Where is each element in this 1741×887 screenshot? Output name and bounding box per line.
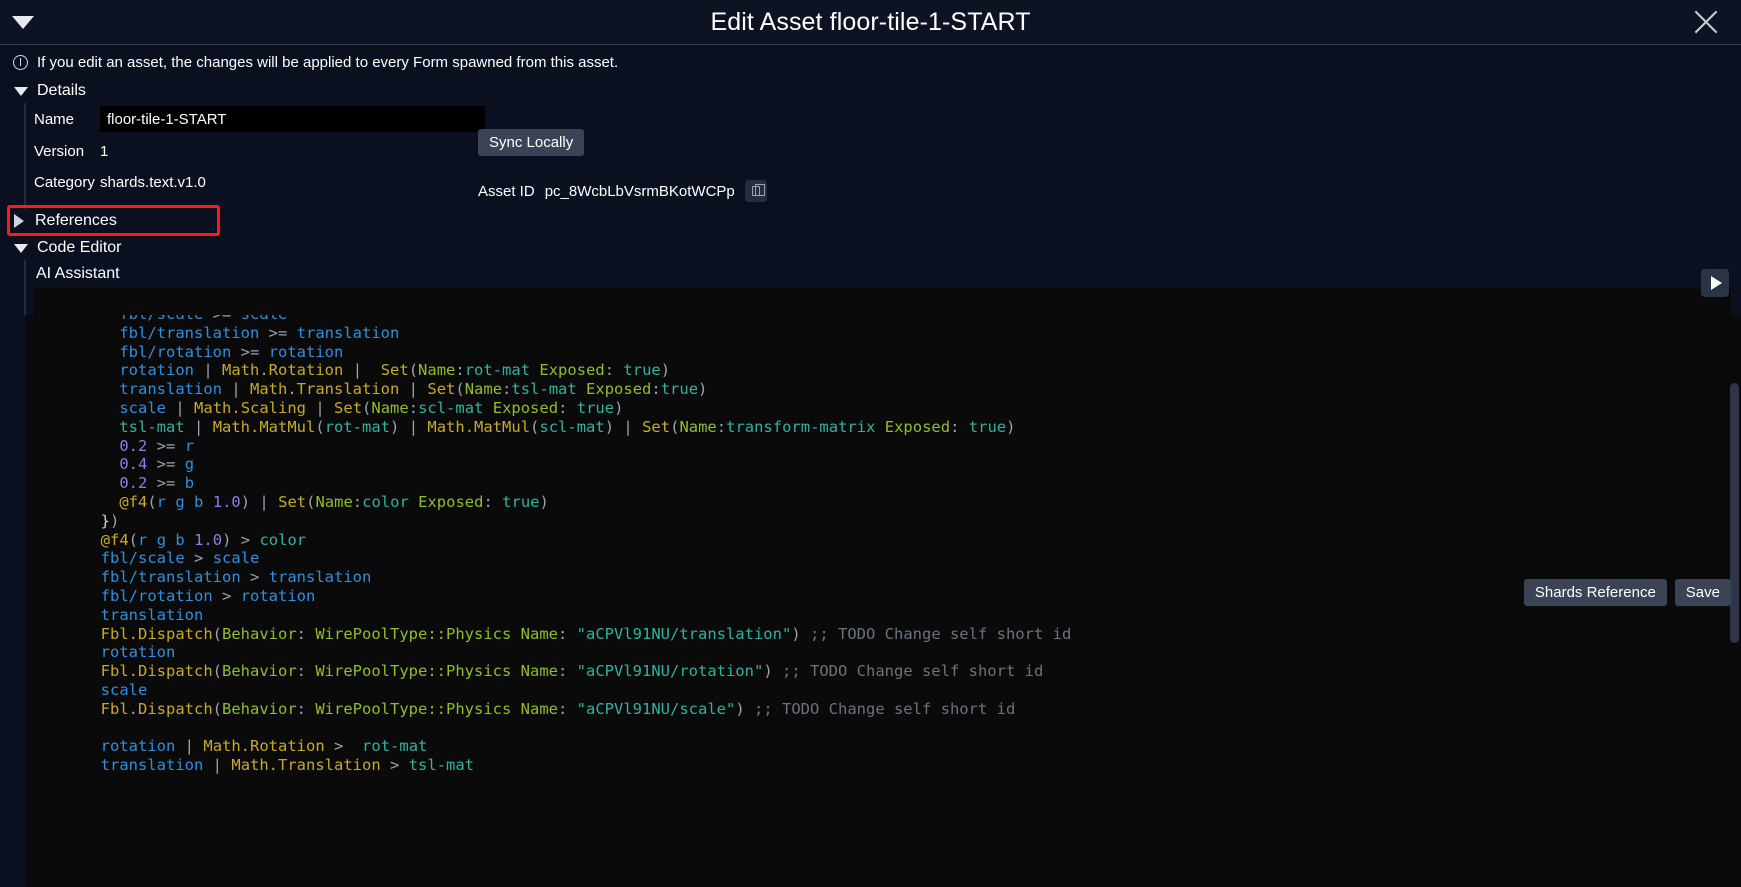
play-icon bbox=[1710, 276, 1722, 290]
code-content[interactable]: fbl/scale >= scale fbl/translation >= tr… bbox=[26, 315, 1741, 775]
asset-id-label: Asset ID bbox=[478, 182, 535, 200]
details-section-label: Details bbox=[37, 82, 86, 99]
ai-assistant-block: AI Assistant bbox=[0, 260, 1741, 315]
code-editor-toolbar: Shards Reference Save bbox=[1523, 579, 1731, 606]
dialog-collapse-button[interactable] bbox=[0, 0, 46, 45]
references-section-header[interactable]: References bbox=[14, 205, 117, 236]
name-label: Name bbox=[34, 110, 75, 128]
save-button[interactable]: Save bbox=[1674, 579, 1731, 606]
category-label: Category bbox=[34, 173, 95, 191]
notice-text: If you edit an asset, the changes will b… bbox=[37, 53, 619, 71]
sync-locally-wrap: Sync Locally bbox=[478, 129, 585, 156]
details-section-header[interactable]: Details bbox=[0, 79, 1741, 103]
name-field-row: Name bbox=[26, 103, 1741, 135]
asset-edit-notice: If you edit an asset, the changes will b… bbox=[0, 45, 1741, 79]
ai-assistant-input[interactable] bbox=[34, 287, 1731, 315]
version-label: Version bbox=[34, 142, 85, 160]
code-editor-scrollbar[interactable] bbox=[1730, 383, 1739, 643]
edit-asset-dialog: Edit Asset floor-tile-1-START If you edi… bbox=[0, 0, 1741, 887]
sync-locally-button[interactable]: Sync Locally bbox=[478, 129, 585, 156]
info-icon bbox=[13, 54, 28, 70]
close-icon[interactable] bbox=[1689, 5, 1723, 39]
copy-icon bbox=[751, 184, 765, 196]
details-body: Name Version 1 Category shards.text.v1.0… bbox=[0, 103, 1741, 209]
ai-assistant-input-row bbox=[26, 287, 1741, 315]
code-editor-section-label: Code Editor bbox=[37, 239, 122, 256]
triangle-down-icon bbox=[12, 15, 34, 29]
dialog-titlebar: Edit Asset floor-tile-1-START bbox=[0, 0, 1741, 45]
asset-id-row: Asset ID pc_8WcbLbVsrmBKotWCPp bbox=[478, 180, 767, 202]
asset-id-value: pc_8WcbLbVsrmBKotWCPp bbox=[544, 182, 735, 200]
code-editor-body: AI Assistant Shards Reference Save fbl/s… bbox=[0, 260, 1741, 887]
references-section: References bbox=[0, 205, 1741, 236]
triangle-down-icon bbox=[14, 86, 28, 96]
code-editor-textarea[interactable]: fbl/scale >= scale fbl/translation >= tr… bbox=[26, 315, 1741, 887]
version-value: 1 bbox=[100, 142, 109, 160]
copy-asset-id-button[interactable] bbox=[744, 180, 767, 202]
version-field-row: Version 1 bbox=[26, 135, 1741, 167]
references-section-label: References bbox=[35, 211, 117, 229]
page-title: Edit Asset floor-tile-1-START bbox=[710, 7, 1031, 36]
category-value: shards.text.v1.0 bbox=[100, 173, 206, 191]
shards-reference-button[interactable]: Shards Reference bbox=[1523, 579, 1667, 606]
category-field-row: Category shards.text.v1.0 bbox=[26, 167, 1741, 197]
triangle-down-icon bbox=[14, 243, 28, 253]
code-editor-section-header[interactable]: Code Editor bbox=[0, 236, 1741, 260]
ai-assistant-run-button[interactable] bbox=[1701, 269, 1729, 297]
triangle-right-icon bbox=[14, 213, 24, 228]
ai-assistant-label: AI Assistant bbox=[36, 265, 120, 282]
name-input[interactable] bbox=[100, 106, 485, 132]
